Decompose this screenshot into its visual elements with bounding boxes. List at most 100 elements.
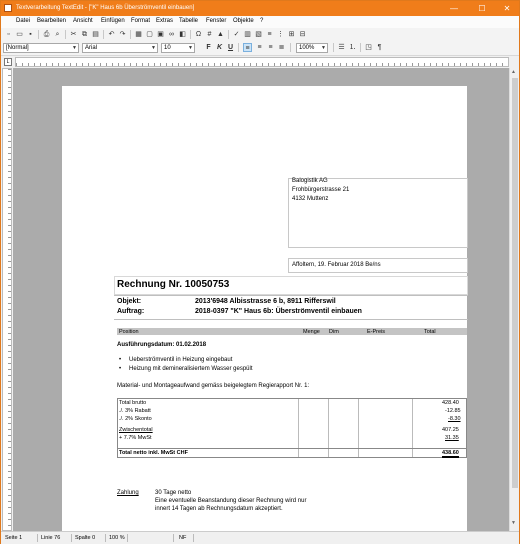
horizontal-ruler[interactable] [15, 57, 509, 67]
toolbar-separator [360, 43, 361, 52]
object-icon[interactable]: ◧ [178, 30, 187, 39]
style-value: [Normal] [6, 45, 29, 51]
menu-tabelle[interactable]: Tabelle [179, 18, 198, 24]
align-center-icon[interactable]: ≡ [255, 43, 264, 52]
column-position: Position [119, 328, 139, 335]
bullet-list-icon[interactable]: ☰ [337, 43, 346, 52]
address-line-1: Balogistik AG [292, 178, 328, 184]
size-value: 10 [164, 45, 171, 51]
menu-help[interactable]: ? [260, 18, 263, 24]
menu-ansicht[interactable]: Ansicht [73, 18, 93, 24]
split-cells-icon[interactable]: ⊟ [298, 30, 307, 39]
open-icon[interactable]: ▭ [15, 30, 24, 39]
document-area[interactable]: Balogistik AG Frohbürgerstrasse 21 4132 … [13, 68, 509, 531]
status-separator [173, 534, 174, 542]
menu-fenster[interactable]: Fenster [206, 18, 226, 24]
status-separator [193, 534, 194, 542]
align-left-icon[interactable]: ≡ [243, 43, 252, 52]
copy-icon[interactable]: ⧉ [80, 30, 89, 39]
undo-icon[interactable]: ↶ [107, 30, 116, 39]
column-total: Total [424, 328, 436, 335]
field-icon[interactable]: # [205, 30, 214, 39]
vertical-ruler[interactable] [2, 68, 12, 531]
size-select[interactable]: 10 ▼ [161, 43, 195, 53]
image-icon[interactable]: ▣ [156, 30, 165, 39]
object-value: 2013'6948 Albisstrasse 6 b, 8911 Riffers… [195, 298, 336, 305]
maximize-button[interactable]: ☐ [469, 1, 495, 16]
style-select[interactable]: [Normal] ▼ [3, 43, 79, 53]
totals-label: Total brutto [119, 400, 147, 406]
status-zoom: 100 % [109, 535, 125, 541]
merge-cells-icon[interactable]: ⊞ [287, 30, 296, 39]
application-window: Textverarbeitung TextEdit - ["K" Haus 6b… [0, 0, 520, 544]
address-line-3: 4132 Muttenz [292, 196, 329, 202]
font-value: Arial [85, 45, 98, 51]
italic-button[interactable]: K [215, 43, 224, 52]
invoice-title: Rechnung Nr. 10050753 [117, 279, 230, 290]
menu-objekte[interactable]: Objekte [233, 18, 254, 24]
show-formatting-button[interactable]: ¶ [375, 43, 384, 52]
menu-bearbeiten[interactable]: Bearbeiten [37, 18, 66, 24]
insert-column-icon[interactable]: ⋮ [276, 30, 285, 39]
column-e-preis: E-Preis [367, 328, 386, 335]
frame-mode-icon[interactable]: ◳ [364, 43, 373, 52]
spellcheck-icon[interactable]: ✓ [232, 30, 241, 39]
close-button[interactable]: ✕ [494, 1, 520, 16]
window-title: Textverarbeitung TextEdit - ["K" Haus 6b… [16, 5, 195, 11]
fill-icon[interactable]: ▲ [216, 30, 225, 39]
ruler-bar: L [1, 55, 519, 67]
address-line-2: Frohbürgerstrasse 21 [292, 187, 350, 193]
chevron-down-icon: ▼ [72, 45, 77, 51]
justify-icon[interactable]: ≣ [277, 43, 286, 52]
scroll-up-icon[interactable]: ▲ [511, 69, 516, 75]
table-icon[interactable]: ▦ [134, 30, 143, 39]
cut-icon[interactable]: ✂ [69, 30, 78, 39]
tab-type-selector[interactable]: L [4, 58, 12, 66]
save-icon[interactable]: ▪ [26, 30, 35, 39]
document-page[interactable]: Balogistik AG Frohbürgerstrasse 21 4132 … [62, 86, 468, 531]
bold-button[interactable]: F [204, 43, 213, 52]
title-bar[interactable]: Textverarbeitung TextEdit - ["K" Haus 6b… [1, 1, 519, 16]
execution-date: Ausführungsdatum: 01.02.2018 [117, 342, 207, 348]
align-right-icon[interactable]: ≡ [266, 43, 275, 52]
bullet-icon: • [119, 357, 122, 363]
chevron-down-icon: ▼ [188, 45, 193, 51]
insert-row-icon[interactable]: ≡ [265, 30, 274, 39]
totals-label: ./. 2% Skonto [119, 416, 152, 422]
chevron-down-icon: ▼ [151, 45, 156, 51]
link-icon[interactable]: ∞ [167, 30, 176, 39]
toolbar-separator [103, 30, 104, 39]
totals-value: 428.40 [442, 400, 459, 406]
underline-button[interactable]: U [226, 43, 235, 52]
scroll-down-icon[interactable]: ▼ [511, 520, 516, 526]
new-icon[interactable]: ▫ [4, 30, 13, 39]
totals-table [117, 398, 467, 458]
scrollbar-thumb[interactable] [512, 78, 518, 488]
shading-icon[interactable]: ▥ [243, 30, 252, 39]
font-select[interactable]: Arial ▼ [82, 43, 158, 53]
numbered-list-icon[interactable]: ⒈ [348, 43, 357, 52]
table-divider [118, 448, 466, 449]
bullet-icon: • [119, 366, 122, 372]
status-column: Spalte 0 [75, 535, 96, 541]
border-icon[interactable]: ▧ [254, 30, 263, 39]
vertical-scrollbar[interactable]: ▲ ▼ [509, 68, 519, 531]
paste-icon[interactable]: ▤ [91, 30, 100, 39]
menu-einfuegen[interactable]: Einfügen [101, 18, 125, 24]
symbol-icon[interactable]: Ω [194, 30, 203, 39]
toolbar-separator [190, 30, 191, 39]
minimize-button[interactable]: — [441, 1, 467, 16]
print-icon[interactable]: ⎙ [42, 30, 51, 39]
menu-extras[interactable]: Extras [156, 18, 173, 24]
menu-format[interactable]: Format [131, 18, 150, 24]
frame-icon[interactable]: ▢ [145, 30, 154, 39]
status-separator [71, 534, 72, 542]
zoom-select[interactable]: 100% ▼ [296, 43, 328, 53]
print-preview-icon[interactable]: ⌕ [53, 30, 62, 39]
redo-icon[interactable]: ↷ [118, 30, 127, 39]
column-dim: Dim [329, 328, 339, 335]
date-line: Affoltern, 19. Februar 2018 Be/ns [292, 262, 381, 268]
totals-value: 31.35 [445, 435, 459, 441]
toolbar-separator [333, 43, 334, 52]
menu-datei[interactable]: Datei [16, 18, 30, 24]
